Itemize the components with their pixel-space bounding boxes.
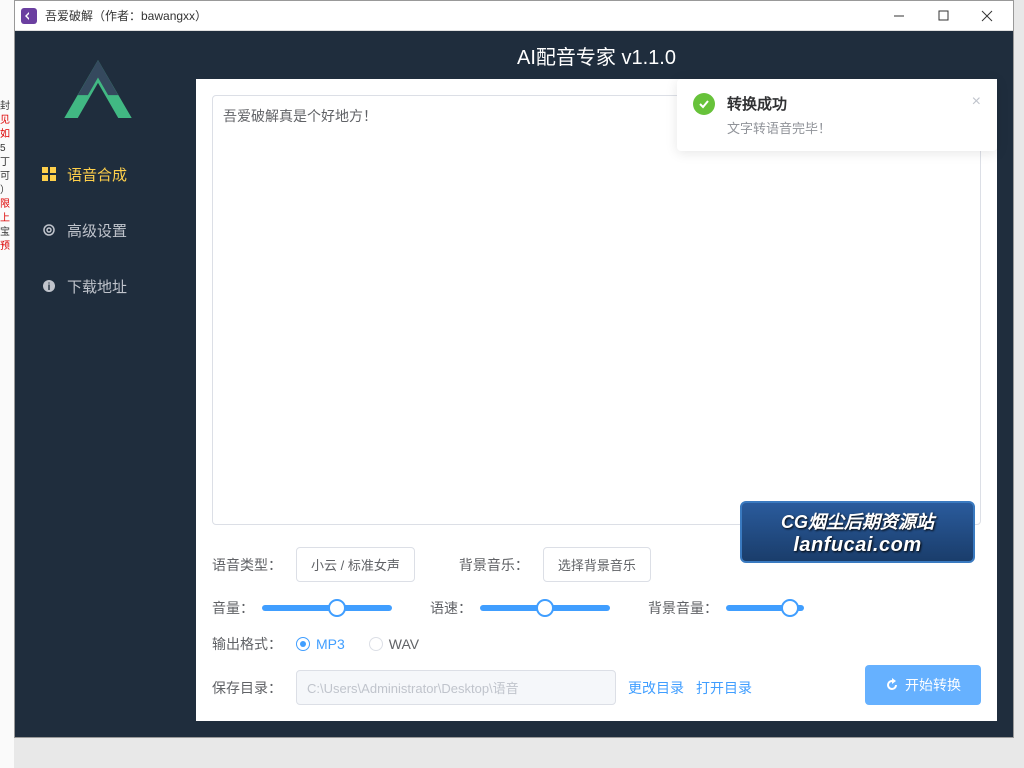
nav-label: 下载地址 (67, 276, 127, 297)
close-button[interactable] (967, 2, 1007, 30)
maximize-button[interactable] (923, 2, 963, 30)
app-icon (21, 8, 37, 24)
minimize-button[interactable] (879, 2, 919, 30)
success-icon (693, 93, 715, 115)
toast-close-button[interactable]: × (972, 93, 981, 111)
start-button-label: 开始转换 (905, 675, 961, 695)
start-convert-button[interactable]: 开始转换 (865, 665, 981, 705)
change-dir-link[interactable]: 更改目录 (628, 678, 684, 698)
text-input[interactable] (213, 96, 980, 524)
speed-slider[interactable] (480, 605, 610, 611)
gear-icon (41, 222, 57, 238)
speed-label: 语速： (430, 598, 472, 618)
bg-volume-slider[interactable] (726, 605, 804, 611)
radio-label: MP3 (316, 636, 345, 652)
radio-mp3[interactable]: MP3 (296, 636, 345, 652)
grid-icon (41, 166, 57, 182)
volume-slider[interactable] (262, 605, 392, 611)
voice-type-select[interactable]: 小云 / 标准女声 (296, 547, 415, 582)
bg-music-select[interactable]: 选择背景音乐 (543, 547, 651, 582)
refresh-icon (885, 678, 899, 692)
watermark: CG烟尘后期资源站 lanfucai.com (740, 501, 975, 563)
nav-download[interactable]: i 下载地址 (15, 258, 180, 314)
toast-title: 转换成功 (727, 93, 960, 114)
sidebar: 语音合成 高级设置 i 下载地址 (15, 31, 180, 737)
nav-label: 语音合成 (67, 164, 127, 185)
volume-label: 音量： (212, 598, 254, 618)
app-title: AI配音专家 v1.1.0 (180, 31, 1013, 79)
radio-icon (369, 637, 383, 651)
nav-advanced-settings[interactable]: 高级设置 (15, 202, 180, 258)
toast-notification: 转换成功 文字转语音完毕！ × (677, 79, 997, 151)
svg-text:i: i (48, 282, 51, 293)
save-dir-input: C:\Users\Administrator\Desktop\语音 (296, 670, 616, 705)
logo (15, 31, 180, 146)
nav-voice-synthesis[interactable]: 语音合成 (15, 146, 180, 202)
app-window: 吾爱破解（作者：bawangxx） (14, 0, 1014, 738)
output-format-label: 输出格式： (212, 634, 284, 654)
titlebar-title: 吾爱破解（作者：bawangxx） (45, 7, 879, 24)
nav-label: 高级设置 (67, 220, 127, 241)
titlebar: 吾爱破解（作者：bawangxx） (15, 1, 1013, 31)
radio-wav[interactable]: WAV (369, 636, 419, 652)
bg-music-label: 背景音乐： (459, 555, 531, 575)
radio-icon (296, 637, 310, 651)
info-icon: i (41, 278, 57, 294)
voice-type-label: 语音类型： (212, 555, 284, 575)
toast-message: 文字转语音完毕！ (727, 118, 960, 137)
bg-volume-label: 背景音量： (648, 598, 718, 618)
open-dir-link[interactable]: 打开目录 (696, 678, 752, 698)
save-dir-label: 保存目录： (212, 678, 284, 698)
radio-label: WAV (389, 636, 419, 652)
